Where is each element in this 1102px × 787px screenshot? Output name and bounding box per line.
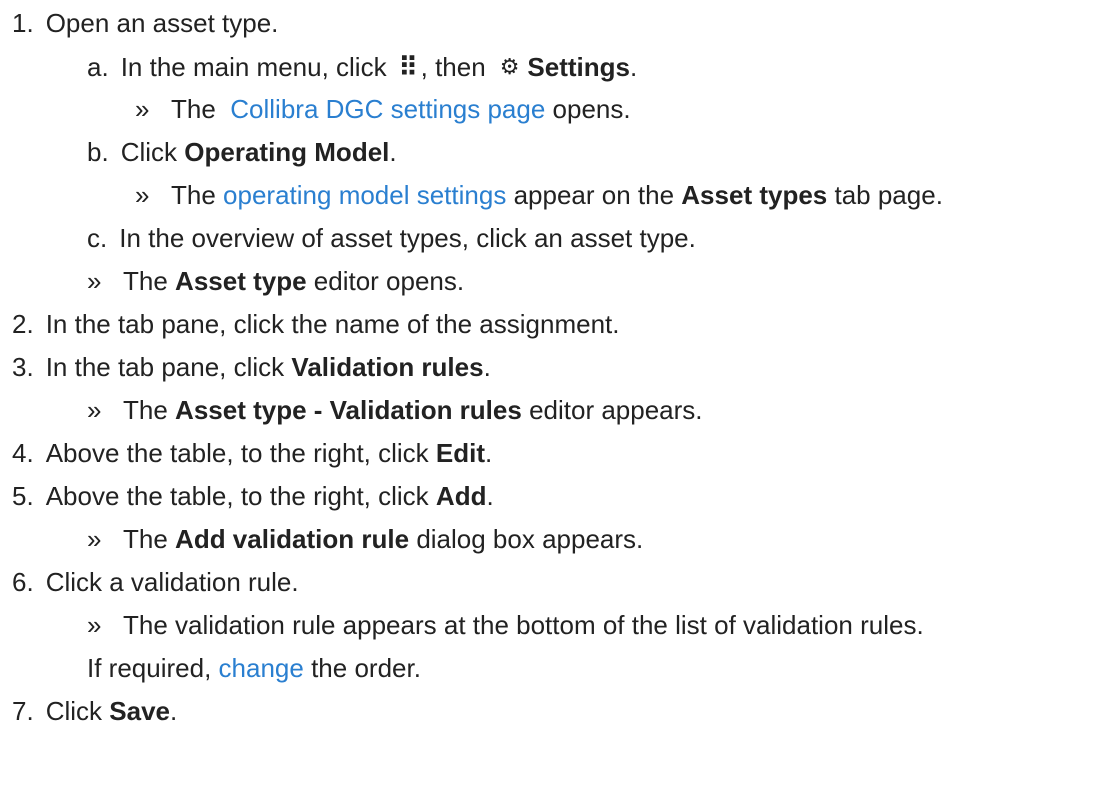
result-marker: »	[87, 265, 102, 296]
asset-type-label: Asset type	[175, 265, 307, 296]
step-number: c.	[87, 222, 108, 253]
step-1a: a. In the main menu, click ⠿, then ⚙ Sett…	[87, 51, 638, 82]
result-marker: »	[87, 609, 102, 640]
procedure-document: 1. Open an asset type. a. In the main me…	[0, 0, 1102, 787]
step-number: a.	[87, 51, 109, 82]
result-text: The validation rule appears at the botto…	[123, 609, 924, 640]
step-text-mid: , then	[420, 51, 486, 82]
step-text: Open an asset type.	[45, 7, 279, 38]
apps-grid-icon: ⠿	[398, 51, 418, 82]
step-2: 2. In the tab pane, click the name of th…	[12, 306, 619, 342]
result-1b: » The operating model settings appear on…	[135, 179, 943, 211]
step-1: 1. Open an asset type.	[12, 5, 278, 41]
settings-page-link[interactable]: Collibra DGC settings page	[230, 94, 545, 125]
step-4: 4. Above the table, to the right, click …	[12, 437, 493, 468]
validation-rules-editor-label: Asset type - Validation rules	[175, 394, 522, 425]
gear-icon: ⚙	[499, 54, 520, 79]
change-order-link[interactable]: change	[219, 653, 304, 684]
step-3: 3. In the tab pane, click Validation rul…	[12, 351, 491, 382]
edit-label: Edit	[435, 437, 486, 468]
result-marker: »	[135, 93, 150, 124]
step-number: 2.	[12, 308, 34, 339]
save-label: Save	[109, 695, 170, 726]
result-6: » The validation rule appears at the bot…	[87, 607, 924, 643]
step-text: In the tab pane, click the name of the a…	[45, 308, 620, 339]
step-text: In the main menu, click	[120, 51, 387, 82]
step-number: 4.	[12, 437, 34, 468]
result-3: » The Asset type - Validation rules edit…	[87, 394, 703, 425]
note-6: If required, change the order.	[87, 652, 421, 684]
step-number: b.	[87, 136, 109, 167]
step-text: In the overview of asset types, click an…	[119, 222, 696, 253]
operating-model-settings-link[interactable]: operating model settings	[223, 180, 506, 211]
step-number: 3.	[12, 351, 34, 382]
result-1a: » The Collibra DGC settings page opens.	[135, 93, 631, 125]
add-label: Add	[435, 480, 487, 511]
step-5: 5. Above the table, to the right, click …	[12, 480, 494, 511]
result-marker: »	[87, 394, 102, 425]
asset-types-label: Asset types	[681, 179, 828, 210]
step-6: 6. Click a validation rule.	[12, 564, 299, 600]
result-marker: »	[87, 523, 102, 554]
result-marker: »	[135, 179, 150, 210]
settings-label: Settings	[527, 51, 630, 82]
operating-model-label: Operating Model	[184, 136, 390, 167]
step-number: 6.	[12, 566, 34, 597]
step-number: 5.	[12, 480, 34, 511]
step-7: 7. Click Save.	[12, 695, 178, 726]
step-number: 7.	[12, 695, 34, 726]
add-validation-rule-label: Add validation rule	[175, 523, 410, 554]
step-1c: c. In the overview of asset types, click…	[87, 220, 696, 256]
result-1: » The Asset type editor opens.	[87, 265, 465, 296]
step-text: Click a validation rule.	[45, 566, 299, 597]
validation-rules-label: Validation rules	[291, 351, 484, 382]
step-number: 1.	[12, 7, 34, 38]
result-5: » The Add validation rule dialog box app…	[87, 523, 644, 554]
step-1b: b. Click Operating Model.	[87, 136, 397, 167]
